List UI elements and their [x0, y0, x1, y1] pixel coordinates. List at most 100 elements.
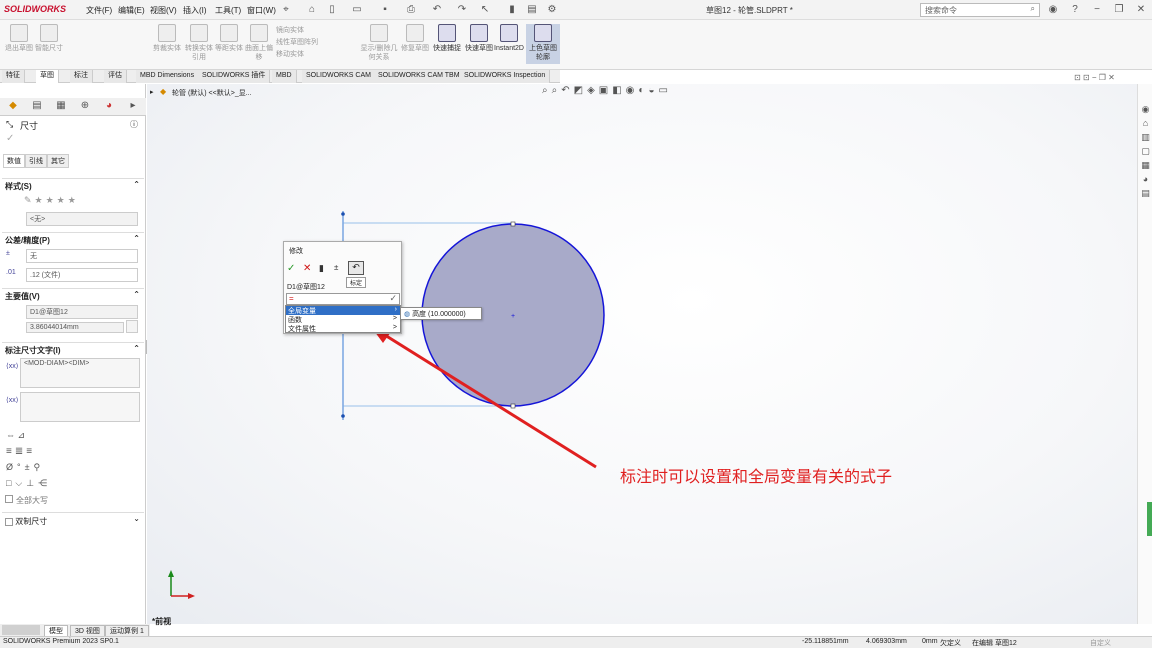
trim-entities-button[interactable]: 剪裁实体 — [150, 24, 184, 53]
subtab-leaders[interactable]: 引线 — [25, 154, 47, 168]
restore-icon[interactable]: ❐ — [1112, 3, 1126, 17]
tab-solidworks-addins[interactable]: SOLIDWORKS 插件 — [198, 70, 271, 83]
subtab-other[interactable]: 其它 — [47, 154, 69, 168]
circle-handle-bottom[interactable] — [510, 403, 516, 409]
close-icon[interactable]: ✕ — [1134, 3, 1148, 17]
text-justify-icons[interactable]: ⇔ ⊿ — [6, 430, 25, 441]
redo-icon[interactable]: ↷ — [455, 3, 469, 17]
dimension-text-below-box[interactable] — [20, 392, 140, 422]
dimension-text-section-header[interactable]: 标注尺寸文字(I) ⌃ — [2, 342, 144, 356]
style-favorite-icons[interactable]: ✎★★★★ — [24, 195, 79, 206]
all-caps-checkbox[interactable] — [5, 495, 13, 503]
side-handle[interactable] — [1147, 502, 1152, 536]
value-spinner[interactable] — [126, 320, 138, 333]
ok-check-icon[interactable]: ✓ — [287, 263, 295, 274]
move-entities-button[interactable]: 移动实体 — [276, 49, 346, 61]
repair-sketch-button[interactable]: 修复草图 — [398, 24, 432, 53]
instant2d-button[interactable]: Instant2D — [492, 24, 526, 53]
select-icon[interactable]: ↖ — [478, 3, 492, 17]
menu-view[interactable]: 视图(V) — [150, 5, 177, 16]
ok-check-icon[interactable]: ✓ — [6, 133, 14, 144]
more-tabs-icon[interactable]: ▸ — [126, 99, 140, 113]
collapse-icon[interactable]: ⌃ — [133, 180, 140, 189]
save-icon[interactable]: ▪ — [378, 3, 392, 17]
appearances-icon[interactable]: ◕ — [1140, 172, 1151, 186]
symbol-icons-2[interactable]: □⌵⊥⋲ — [6, 478, 51, 489]
shaded-sketch-contours-button[interactable]: 上色草图轮廓 — [526, 24, 560, 64]
menu-insert[interactable]: 插入(I) — [183, 5, 207, 16]
exit-sketch-button[interactable]: 退出草图 — [2, 24, 36, 53]
options-gear-icon[interactable]: ⚙ — [545, 3, 559, 17]
doc-window-controls[interactable]: ⊡ ⊡ − ❐ ✕ — [1074, 73, 1115, 82]
tab-solidworks-cam-tbm[interactable]: SOLIDWORKS CAM TBM — [374, 70, 465, 83]
dimension-text-box[interactable]: <MOD-DIAM><DIM> — [20, 358, 140, 388]
collapse-icon[interactable]: ⌃ — [133, 344, 140, 353]
symbol-icons[interactable]: Ø°±⚲ — [6, 462, 44, 473]
tab-mbd-dimensions[interactable]: MBD Dimensions — [136, 70, 200, 83]
menu-window[interactable]: 窗口(W) — [247, 5, 276, 16]
help-icon[interactable]: ? — [1068, 3, 1082, 17]
display-manager-icon[interactable]: ◕ — [102, 99, 116, 113]
tab-solidworks-cam[interactable]: SOLIDWORKS CAM — [302, 70, 376, 83]
circle-handle-top[interactable] — [510, 221, 516, 227]
design-library-icon[interactable]: ▥ — [1140, 130, 1151, 144]
primary-value-field[interactable]: 3.86044014mm — [26, 322, 124, 333]
menu-edit[interactable]: 编辑(E) — [118, 5, 145, 16]
menu-tools[interactable]: 工具(T) — [215, 5, 241, 16]
value-input[interactable]: = ✓ — [286, 293, 400, 305]
tab-sketch[interactable]: 草图 — [36, 70, 59, 83]
print-icon[interactable]: ⎙ — [404, 3, 418, 17]
property-manager-icon[interactable]: ▤ — [30, 99, 44, 113]
menu-item-global-variables[interactable]: 全局变量 › — [286, 306, 400, 315]
new-icon[interactable]: ▯ — [325, 3, 339, 17]
tolerance-section-header[interactable]: 公差/精度(P) ⌃ — [2, 232, 144, 246]
subtab-value[interactable]: 数值 — [3, 154, 25, 168]
collapse-icon[interactable]: ⌃ — [133, 234, 140, 243]
help-icon[interactable]: ⓘ — [130, 119, 138, 130]
tab-features[interactable]: 特征 — [2, 70, 25, 83]
submenu-item-height[interactable]: 高度 (10.000000) — [412, 311, 466, 318]
precision-dropdown[interactable]: .12 (文件) — [26, 268, 138, 282]
rebuild-traffic-light-icon[interactable]: ▮ — [319, 263, 324, 274]
smart-dimension-button[interactable]: 智能尺寸 — [32, 24, 66, 53]
user-icon[interactable]: ◉ — [1046, 3, 1060, 17]
configuration-manager-icon[interactable]: ▦ — [54, 99, 68, 113]
menu-item-functions[interactable]: 函数 > — [286, 315, 400, 324]
search-icon[interactable]: ⌕ — [1031, 4, 1035, 14]
display-relations-button[interactable]: 显示/删除几何关系 — [360, 24, 398, 62]
confirm-check-icon[interactable]: ✓ — [389, 293, 397, 304]
offset-entities-button[interactable]: 等距实体 — [212, 24, 246, 53]
dimxpert-icon[interactable]: ⊕ — [78, 99, 92, 113]
mirror-entities-button[interactable]: 镜向实体 — [276, 25, 346, 37]
home-icon[interactable]: ⌂ — [305, 3, 319, 17]
mark-for-drawing-button[interactable]: ↶ — [348, 261, 364, 275]
tab-solidworks-inspection[interactable]: SOLIDWORKS Inspection — [460, 70, 551, 83]
reverse-sense-icon[interactable]: ± — [334, 263, 338, 272]
menu-file[interactable]: 文件(F) — [86, 5, 112, 16]
linear-pattern-button[interactable]: 线性草图阵列 — [276, 37, 346, 49]
file-properties-icon[interactable]: ▤ — [525, 3, 539, 17]
open-icon[interactable]: ▭ — [350, 3, 364, 17]
feature-manager-icon[interactable]: ◆ — [6, 99, 20, 113]
custom-properties-icon[interactable]: ▤ — [1140, 186, 1151, 200]
dual-dimension-checkbox[interactable] — [5, 517, 13, 526]
pin-icon[interactable]: ⌖ — [279, 3, 293, 17]
rebuild-icon[interactable]: ▮ — [505, 3, 519, 17]
tab-markup[interactable]: 标注 — [70, 70, 93, 83]
tolerance-type-dropdown[interactable]: 无 — [26, 249, 138, 263]
alignment-icons[interactable]: ≡≣≡ — [6, 446, 35, 457]
expand-icon[interactable]: ⌄ — [133, 514, 140, 523]
offset-on-surface-button[interactable]: 曲面上偏移 — [242, 24, 276, 62]
collapse-icon[interactable]: ⌃ — [133, 290, 140, 299]
rapid-sketch-button[interactable]: 快速草图 — [462, 24, 496, 53]
minimize-icon[interactable]: − — [1090, 3, 1104, 17]
home-icon[interactable]: ⌂ — [1140, 116, 1151, 130]
file-explorer-icon[interactable]: ▢ — [1140, 144, 1151, 158]
style-dropdown[interactable]: <无> — [26, 212, 138, 226]
search-input[interactable]: 搜索命令 ⌕ — [920, 3, 1040, 17]
solidworks-resources-icon[interactable]: ◉ — [1140, 102, 1151, 116]
undo-icon[interactable]: ↶ — [430, 3, 444, 17]
tab-scroll-arrows[interactable] — [2, 625, 40, 635]
tab-evaluate[interactable]: 评估 — [104, 70, 127, 83]
units-selector[interactable]: 自定义 — [1090, 638, 1111, 648]
